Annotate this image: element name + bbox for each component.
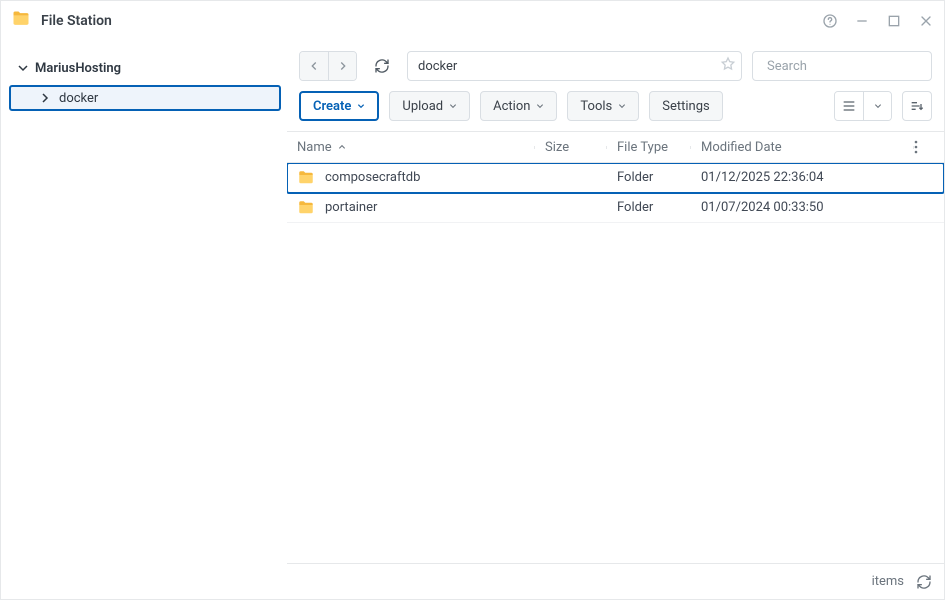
row-type: Folder [607, 200, 691, 215]
caret-right-icon [39, 92, 51, 104]
view-mode-group [834, 91, 892, 121]
toolbar-navigation [287, 41, 944, 87]
col-type-label: File Type [617, 140, 668, 155]
body: MariusHosting docker [1, 41, 944, 599]
tree-child-docker[interactable]: docker [9, 85, 281, 111]
titlebar: File Station [1, 1, 944, 41]
table-row[interactable]: portainer Folder01/07/2024 00:33:50 [287, 193, 944, 223]
toolbar-actions: Create Upload Action Tools Settings [287, 87, 944, 131]
window-controls [822, 13, 934, 29]
sort-asc-icon [338, 143, 346, 151]
col-size-label: Size [545, 140, 569, 155]
folder-icon [297, 169, 315, 187]
create-label: Create [313, 99, 351, 114]
col-modified[interactable]: Modified Date [691, 140, 914, 155]
col-size[interactable]: Size [535, 140, 607, 155]
search-box[interactable] [752, 51, 932, 81]
nav-forward-button[interactable] [328, 52, 356, 80]
close-icon[interactable] [918, 13, 934, 29]
minimize-icon[interactable] [854, 13, 870, 29]
caret-down-icon [17, 62, 29, 74]
statusbar: items [287, 563, 944, 599]
tools-button[interactable]: Tools [567, 91, 639, 121]
app-title: File Station [41, 13, 112, 29]
settings-label: Settings [662, 99, 709, 114]
file-station-window: File Station MariusHosting [0, 0, 945, 600]
create-button[interactable]: Create [299, 91, 379, 121]
chevron-down-icon [536, 102, 544, 110]
table-body: composecraftdb Folder01/12/2025 22:36:04 p… [287, 163, 944, 563]
chevron-down-icon [357, 102, 365, 110]
row-name: composecraftdb [325, 170, 420, 185]
action-label: Action [493, 99, 530, 114]
nav-history-group [299, 51, 357, 81]
settings-button[interactable]: Settings [649, 91, 722, 121]
col-modified-label: Modified Date [701, 140, 782, 155]
more-vert-icon [914, 140, 918, 154]
app-folder-icon [11, 9, 31, 33]
search-input[interactable] [767, 59, 933, 74]
file-table: Name Size File Type Modified Date compos… [287, 131, 944, 563]
tree-root[interactable]: MariusHosting [9, 55, 281, 81]
favorite-star-icon[interactable] [720, 56, 736, 76]
chevron-down-icon [449, 102, 457, 110]
upload-button[interactable]: Upload [389, 91, 470, 121]
tools-label: Tools [580, 99, 612, 114]
upload-label: Upload [402, 99, 443, 114]
path-input[interactable] [407, 51, 742, 81]
action-button[interactable]: Action [480, 91, 557, 121]
maximize-icon[interactable] [886, 13, 902, 29]
col-more[interactable] [914, 140, 932, 154]
path-input-wrap [407, 51, 742, 81]
row-type: Folder [607, 170, 691, 185]
row-modified: 01/07/2024 00:33:50 [691, 200, 932, 215]
refresh-button[interactable] [367, 51, 397, 81]
col-name[interactable]: Name [287, 140, 535, 155]
refresh-footer-button[interactable] [916, 574, 932, 590]
table-row[interactable]: composecraftdb Folder01/12/2025 22:36:04 [287, 163, 944, 193]
row-modified: 01/12/2025 22:36:04 [691, 170, 932, 185]
tree-root-label: MariusHosting [35, 61, 121, 76]
row-name: portainer [325, 200, 377, 215]
help-icon[interactable] [822, 13, 838, 29]
chevron-down-icon [618, 102, 626, 110]
table-header: Name Size File Type Modified Date [287, 131, 944, 163]
view-mode-dropdown[interactable] [863, 92, 891, 120]
col-type[interactable]: File Type [607, 140, 691, 155]
items-label: items [872, 574, 904, 589]
view-list-button[interactable] [835, 92, 863, 120]
nav-back-button[interactable] [300, 52, 328, 80]
col-name-label: Name [297, 140, 332, 155]
folder-icon [297, 199, 315, 217]
main: Create Upload Action Tools Settings [287, 41, 944, 599]
sort-button[interactable] [902, 91, 932, 121]
tree-child-label: docker [59, 91, 98, 106]
sidebar: MariusHosting docker [1, 41, 287, 599]
